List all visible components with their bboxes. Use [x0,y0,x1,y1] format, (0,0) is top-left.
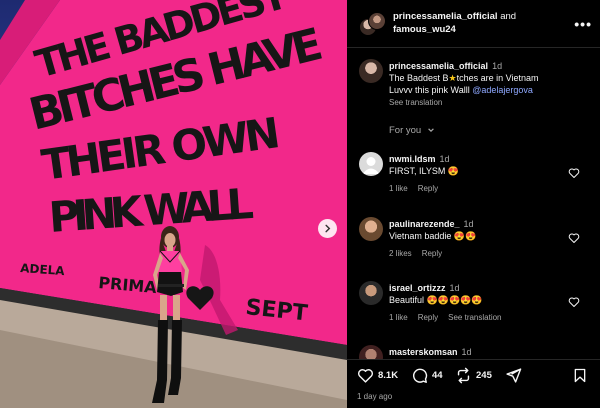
author-username[interactable]: famous_wu24 [393,24,456,35]
avatar[interactable] [359,59,383,83]
comment-time[interactable]: 1d [462,347,472,357]
caption-line2: Luvvv this pink Walll [389,85,470,95]
comment-time[interactable]: 1d [440,154,450,164]
comment-username[interactable]: israel_ortizzz [389,283,446,293]
collab-avatars[interactable] [359,12,386,38]
reply-button[interactable]: Reply [422,249,442,258]
likes-count[interactable]: 8.1K [378,370,398,381]
comment-button[interactable]: 44 [411,367,443,384]
avatar[interactable] [359,152,383,176]
post-photo: THE BADDEST BITCHES HAVE THEIR OWN PINK … [0,0,347,408]
comment-body: masterskomsan 1d [389,346,569,358]
caption-username[interactable]: princessamelia_official [389,61,488,71]
comment-time[interactable]: 1d [450,283,460,293]
heart-eyes-emoji-icon: 😍 [447,166,460,176]
like-button[interactable]: 8.1K [357,367,398,384]
comment-likes[interactable]: 2 likes [389,249,412,258]
save-button[interactable] [572,367,588,384]
comment-likes[interactable]: 1 like [389,184,408,193]
comment-meta: 1 like Reply See translation [389,312,569,324]
comment-likes[interactable]: 1 like [389,313,408,322]
post-side-panel: princessamelia_official and famous_wu24 … [347,0,600,408]
like-comment-heart-icon[interactable] [568,296,580,308]
repost-button[interactable]: 245 [455,367,492,384]
see-translation-link[interactable]: See translation [448,313,501,322]
reply-button[interactable]: Reply [418,184,438,193]
comment-body: israel_ortizzz 1d Beautiful 😍😍😍😍😍 1 like R… [389,282,569,324]
default-avatar-icon [362,157,380,174]
like-comment-heart-icon[interactable] [568,232,580,244]
chevron-right-icon [325,224,331,233]
post-actions-bar: 8.1K 44 245 1 day ago [347,359,600,408]
post-header: princessamelia_official and famous_wu24 … [347,0,600,48]
caption-time[interactable]: 1d [492,61,502,71]
comment-meta: 1 like Reply [389,183,569,195]
like-comment-heart-icon[interactable] [568,167,580,179]
heart-eyes-emoji-icon: 😍😍 [453,231,477,241]
repost-icon [457,367,470,384]
comment-text: FIRST, ILYSM [389,166,446,176]
see-translation-link[interactable]: See translation [389,98,442,107]
chevron-down-icon [428,128,434,133]
share-button[interactable] [505,367,522,384]
caption-mention[interactable]: @adelajergova [472,85,533,95]
comment-text: Vietnam baddie [389,231,452,241]
comment-meta: 2 likes Reply [389,248,569,260]
comment-sort-dropdown[interactable]: For you [389,125,435,136]
more-options-icon[interactable]: ••• [574,16,592,32]
send-icon [506,368,522,383]
photo-scene: THE BADDEST BITCHES HAVE THEIR OWN PINK … [0,0,347,408]
post-time-ago[interactable]: 1 day ago [357,392,392,401]
caption-text-b: tches are in Vietnam [456,73,539,83]
comments-count[interactable]: 44 [432,370,443,381]
author-and: and [500,11,517,22]
comments-list: princessamelia_official 1d The Baddest B★… [347,49,600,359]
heart-eyes-emoji-icon: 😍😍😍😍😍 [426,295,483,305]
avatar[interactable] [359,217,383,241]
avatar[interactable] [359,281,383,305]
comment-body: nwmi.ldsm 1d FIRST, ILYSM 😍 1 like Reply [389,153,569,195]
bookmark-icon [574,368,586,383]
reply-button[interactable]: Reply [418,313,438,322]
comment-username[interactable]: masterskomsan [389,347,458,357]
comment-time[interactable]: 1d [464,219,474,229]
comment-username[interactable]: nwmi.ldsm [389,154,436,164]
author-username[interactable]: princessamelia_official [393,11,498,22]
avatar[interactable] [359,345,383,359]
heart-icon [358,369,373,383]
comment-bubble-icon [413,368,428,383]
star-emoji-icon: ★ [448,73,457,83]
post-authors: princessamelia_official and famous_wu24 [393,10,573,36]
comment-body: paulinarezende_ 1d Vietnam baddie 😍😍 2 li… [389,218,569,260]
comment-username[interactable]: paulinarezende_ [389,219,460,229]
caption-text-a: The Baddest B [389,73,449,83]
comment-text: Beautiful [389,295,425,305]
avatar[interactable] [368,12,386,30]
caption-body: princessamelia_official 1d The Baddest B★… [389,60,569,109]
sort-label: For you [389,125,422,136]
reposts-count[interactable]: 245 [476,370,492,381]
carousel-next-button[interactable] [318,219,337,238]
